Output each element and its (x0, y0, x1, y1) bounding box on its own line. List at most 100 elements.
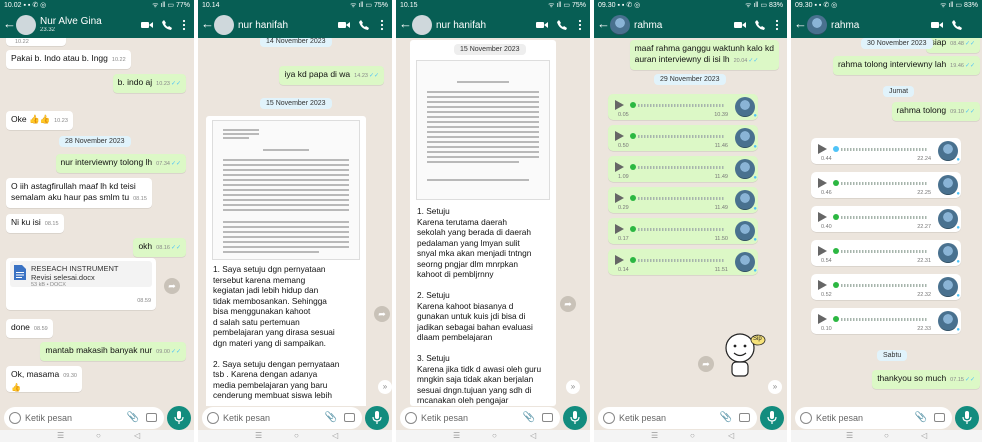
waveform[interactable] (638, 197, 724, 200)
video-call-icon[interactable] (338, 19, 350, 31)
play-icon[interactable] (615, 193, 624, 203)
message-bubble[interactable]: Oke 👍👍 10.23 (6, 111, 73, 130)
play-icon[interactable] (818, 314, 827, 324)
contact-name[interactable]: nur hanifah (436, 20, 486, 31)
scroll-down-icon[interactable]: » (768, 380, 782, 394)
message-input-bar[interactable]: Ketik pesan 📎 (202, 407, 362, 429)
playback-thumb[interactable] (630, 195, 636, 201)
playback-thumb[interactable] (833, 180, 839, 186)
message-bubble[interactable]: maaf rahma ganggu waktunh kalo kd auran … (629, 40, 779, 70)
waveform[interactable] (638, 166, 724, 169)
camera-icon[interactable] (739, 413, 750, 422)
message-bubble[interactable]: siap 08.48✓✓ (925, 38, 980, 53)
play-icon[interactable] (615, 224, 624, 234)
camera-icon[interactable] (344, 413, 355, 422)
attach-icon[interactable]: 📎 (523, 412, 535, 424)
playback-thumb[interactable] (630, 102, 636, 108)
attach-icon[interactable]: 📎 (915, 412, 927, 424)
message-list[interactable]: 15 November 2023 1. Setuju Karena teruta… (396, 38, 590, 406)
back-arrow-icon[interactable]: ← (201, 17, 214, 31)
message-bubble[interactable]: thankyou so much 07.15✓✓ (872, 370, 980, 389)
voice-message[interactable]: 0.46 22.25 ● (811, 172, 961, 198)
contact-avatar[interactable] (214, 15, 234, 35)
waveform[interactable] (841, 216, 927, 219)
message-bubble[interactable]: nur interviewny tolong lh 07.34✓✓ (55, 154, 186, 173)
message-list[interactable]: siap 08.48✓✓ 30 November 2023 rahma tolon… (791, 38, 982, 406)
message-input[interactable]: Ketik pesan (223, 413, 270, 423)
camera-icon[interactable] (542, 413, 553, 422)
image-message-questionnaire[interactable]: 1. Saya setuju dgn pernyataan tersebut k… (206, 116, 366, 406)
mic-button[interactable] (563, 406, 587, 430)
emoji-icon[interactable] (9, 412, 21, 424)
voice-message[interactable]: 0.17 11.50 ● (608, 218, 758, 244)
message-list[interactable]: 10.22 Pakai b. Indo atau b. Ingg 10.22 b.… (0, 38, 194, 406)
back-arrow-icon[interactable]: ← (3, 17, 16, 31)
contact-name[interactable]: rahma (634, 20, 662, 31)
playback-thumb[interactable] (833, 316, 839, 322)
play-icon[interactable] (615, 255, 624, 265)
back-nav-icon[interactable]: ◁ (921, 431, 927, 441)
waveform[interactable] (638, 228, 724, 231)
mic-button[interactable] (365, 406, 389, 430)
waveform[interactable] (841, 182, 927, 185)
document-message[interactable]: RESEACH INSTRUMENT Revisi selesai.docx 5… (6, 258, 156, 310)
attach-icon[interactable]: 📎 (325, 412, 337, 424)
contact-avatar[interactable] (412, 15, 432, 35)
play-icon[interactable] (818, 246, 827, 256)
message-bubble[interactable]: Ok, masama 09.30 👍 (6, 366, 82, 392)
playback-thumb[interactable] (833, 146, 839, 152)
message-input[interactable]: Ketik pesan (816, 413, 863, 423)
back-nav-icon[interactable]: ◁ (134, 431, 140, 441)
back-arrow-icon[interactable]: ← (597, 17, 610, 31)
forward-icon[interactable]: ➦ (164, 278, 180, 294)
recent-apps-icon[interactable]: ☰ (651, 431, 658, 441)
playback-thumb[interactable] (833, 248, 839, 254)
play-icon[interactable] (615, 162, 624, 172)
waveform[interactable] (841, 318, 927, 321)
more-options-icon[interactable] (379, 19, 385, 31)
emoji-icon[interactable] (603, 412, 615, 424)
message-bubble[interactable]: 10.22 (6, 38, 66, 46)
voice-message[interactable]: 0.40 22.27 ● (811, 206, 961, 232)
recent-apps-icon[interactable]: ☰ (846, 431, 853, 441)
message-input-bar[interactable]: Ketik pesan 📎 (598, 407, 757, 429)
voice-message[interactable]: 0.50 11.46 ● (608, 125, 758, 151)
back-nav-icon[interactable]: ◁ (530, 431, 536, 441)
video-call-icon[interactable] (734, 19, 746, 31)
home-icon[interactable]: ○ (884, 431, 889, 441)
playback-thumb[interactable] (630, 133, 636, 139)
message-input-bar[interactable]: Ketik pesan 📎 (795, 407, 952, 429)
attach-icon[interactable]: 📎 (720, 412, 732, 424)
voice-message[interactable]: 0.54 22.31 ● (811, 240, 961, 266)
waveform[interactable] (841, 148, 927, 151)
message-list[interactable]: maaf rahma ganggu waktunh kalo kd auran … (594, 38, 787, 406)
back-nav-icon[interactable]: ◁ (728, 431, 734, 441)
voice-call-icon[interactable] (754, 19, 766, 31)
forward-icon[interactable]: ➦ (374, 306, 390, 322)
message-input[interactable]: Ketik pesan (619, 413, 666, 423)
recent-apps-icon[interactable]: ☰ (255, 431, 262, 441)
play-icon[interactable] (818, 280, 827, 290)
more-options-icon[interactable] (774, 19, 780, 31)
voice-call-icon[interactable] (358, 19, 370, 31)
contact-name[interactable]: nur hanifah (238, 20, 288, 31)
mic-button[interactable] (955, 406, 979, 430)
attach-icon[interactable]: 📎 (127, 412, 139, 424)
playback-thumb[interactable] (833, 214, 839, 220)
home-icon[interactable]: ○ (96, 431, 101, 441)
play-icon[interactable] (615, 100, 624, 110)
playback-thumb[interactable] (630, 164, 636, 170)
waveform[interactable] (638, 135, 724, 138)
message-input[interactable]: Ketik pesan (421, 413, 468, 423)
message-input-bar[interactable]: Ketik pesan 📎 (400, 407, 560, 429)
play-icon[interactable] (818, 212, 827, 222)
contact-name[interactable]: rahma (831, 20, 859, 31)
contact-name[interactable]: Nur Alve Gina (40, 16, 102, 27)
emoji-icon[interactable] (207, 412, 219, 424)
play-icon[interactable] (818, 178, 827, 188)
recent-apps-icon[interactable]: ☰ (57, 431, 64, 441)
voice-message[interactable]: 0.52 22.32 ● (811, 274, 961, 300)
back-nav-icon[interactable]: ◁ (332, 431, 338, 441)
camera-icon[interactable] (934, 413, 945, 422)
mic-button[interactable] (760, 406, 784, 430)
